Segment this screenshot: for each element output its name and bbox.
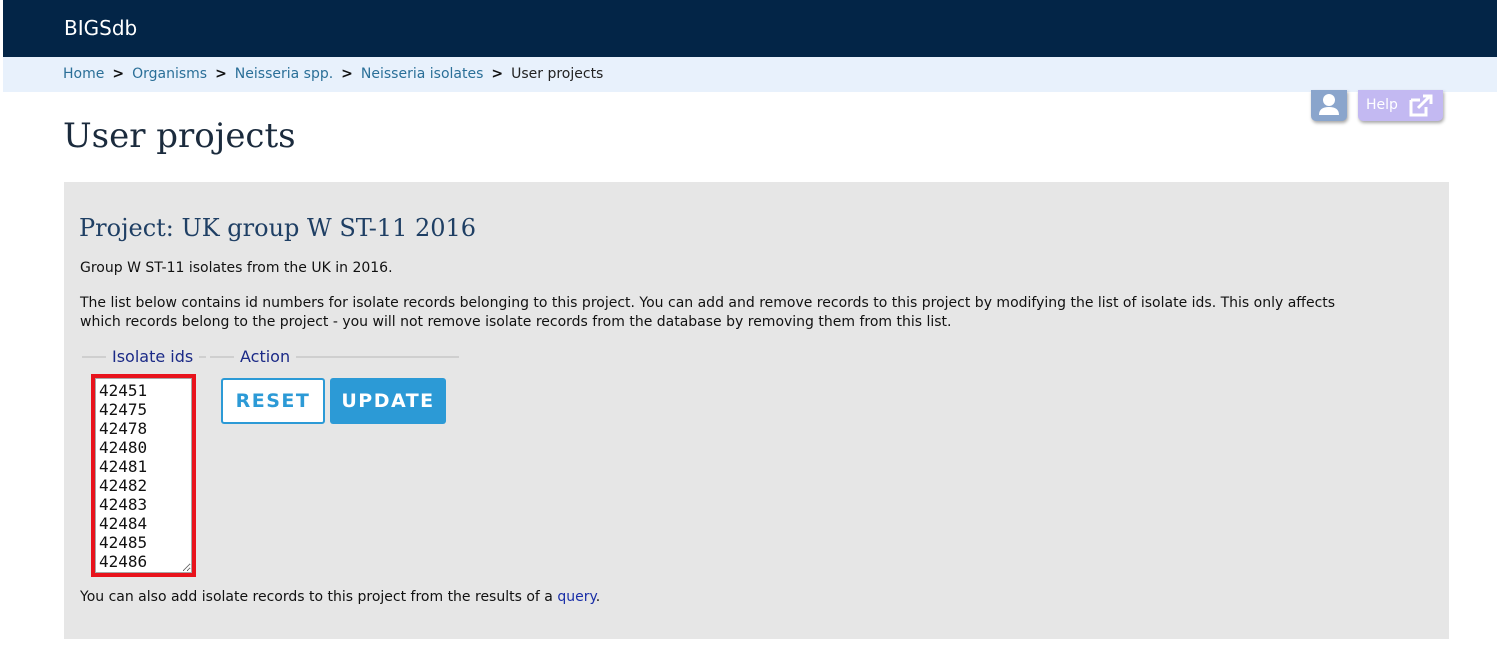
user-icon [1319, 94, 1339, 115]
breadcrumb-separator: > [491, 66, 504, 82]
project-title: Project: UK group W ST-11 2016 [79, 214, 477, 242]
reset-button[interactable]: RESET [221, 378, 325, 424]
breadcrumb-separator: > [341, 66, 353, 82]
help-label: Help [1366, 97, 1398, 113]
breadcrumb-separator: > [215, 66, 227, 82]
isolate-ids-fieldset: Isolate ids [82, 347, 206, 367]
update-button[interactable]: UPDATE [330, 378, 446, 424]
isolate-ids-highlight: 42451 42475 42478 42480 42481 42482 4248… [91, 374, 196, 577]
breadcrumb-organisms[interactable]: Organisms [132, 66, 207, 82]
query-link[interactable]: query [557, 589, 595, 605]
query-hint-text: You can also add isolate records to this… [80, 589, 558, 605]
top-navbar: BIGSdb [3, 0, 1497, 57]
isolate-ids-textarea[interactable]: 42451 42475 42478 42480 42481 42482 4248… [95, 378, 192, 573]
project-panel: Project: UK group W ST-11 2016 Group W S… [64, 182, 1449, 639]
project-description: Group W ST-11 isolates from the UK in 20… [80, 260, 393, 276]
user-account-button[interactable] [1311, 90, 1347, 121]
query-hint: You can also add isolate records to this… [80, 589, 600, 605]
isolate-ids-legend: Isolate ids [112, 347, 194, 366]
action-fieldset: Action [210, 347, 459, 367]
site-brand[interactable]: BIGSdb [64, 16, 137, 40]
query-hint-suffix: . [595, 589, 601, 605]
breadcrumb-neisseria-isolates[interactable]: Neisseria isolates [361, 66, 483, 82]
help-button[interactable]: Help [1358, 90, 1443, 121]
external-link-icon [1409, 94, 1433, 117]
breadcrumb: Home > Organisms > Neisseria spp. > Neisseria … [3, 57, 1497, 92]
page-title: User projects [63, 116, 296, 156]
breadcrumb-separator: > [112, 66, 125, 82]
action-legend: Action [240, 347, 291, 366]
project-info-text: The list below contains id numbers for i… [80, 295, 1336, 330]
breadcrumb-current: User projects [511, 66, 604, 82]
breadcrumb-neisseria-spp[interactable]: Neisseria spp. [235, 66, 333, 82]
breadcrumb-home[interactable]: Home [63, 66, 104, 82]
